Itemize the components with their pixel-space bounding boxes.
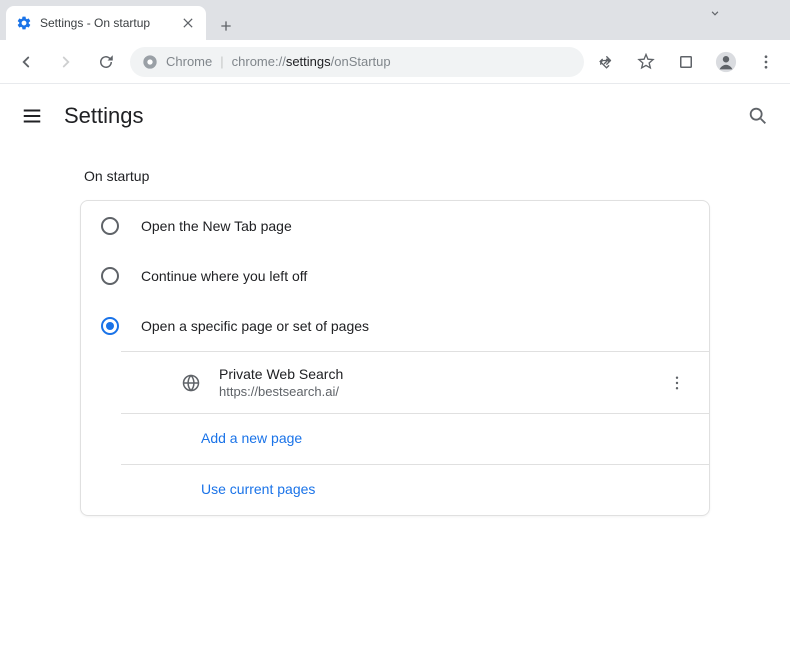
startup-options-card: Open the New Tab page Continue where you…: [80, 200, 710, 516]
gear-icon: [16, 15, 32, 31]
browser-toolbar: Chrome | chrome://settings/onStartup: [0, 40, 790, 84]
use-current-row[interactable]: Use current pages: [121, 464, 709, 515]
page-title: Settings: [64, 103, 726, 129]
radio-icon: [101, 267, 119, 285]
window-chevron-down-icon[interactable]: [708, 6, 722, 25]
globe-icon: [181, 373, 201, 393]
url-text: Chrome | chrome://settings/onStartup: [166, 54, 391, 69]
search-button[interactable]: [746, 104, 770, 128]
add-page-link[interactable]: Add a new page: [201, 430, 302, 446]
close-tab-button[interactable]: [180, 15, 196, 31]
browser-tab[interactable]: Settings - On startup: [6, 6, 206, 40]
startup-page-name: Private Web Search: [219, 366, 647, 382]
forward-button[interactable]: [50, 46, 82, 78]
tab-strip: Settings - On startup: [0, 0, 790, 40]
settings-page: Settings On startup Open the New Tab pag…: [0, 84, 790, 516]
new-tab-button[interactable]: [212, 12, 240, 40]
startup-page-url: https://bestsearch.ai/: [219, 384, 647, 399]
add-page-row[interactable]: Add a new page: [121, 413, 709, 464]
reload-button[interactable]: [90, 46, 122, 78]
back-button[interactable]: [10, 46, 42, 78]
radio-icon: [101, 317, 119, 335]
startup-page-row: Private Web Search https://bestsearch.ai…: [121, 351, 709, 413]
use-current-link[interactable]: Use current pages: [201, 481, 315, 497]
radio-new-tab[interactable]: Open the New Tab page: [81, 201, 709, 251]
menu-icon[interactable]: [752, 48, 780, 76]
radio-icon: [101, 217, 119, 235]
tab-title: Settings - On startup: [40, 16, 172, 30]
section-heading: On startup: [80, 148, 710, 200]
page-more-button[interactable]: [665, 371, 689, 395]
chrome-icon: [142, 54, 158, 70]
bookmark-icon[interactable]: [632, 48, 660, 76]
radio-specific-pages[interactable]: Open a specific page or set of pages: [81, 301, 709, 351]
address-bar[interactable]: Chrome | chrome://settings/onStartup: [130, 47, 584, 77]
radio-continue[interactable]: Continue where you left off: [81, 251, 709, 301]
share-icon[interactable]: [592, 48, 620, 76]
extensions-icon[interactable]: [672, 48, 700, 76]
profile-avatar[interactable]: [712, 48, 740, 76]
hamburger-menu-button[interactable]: [20, 104, 44, 128]
